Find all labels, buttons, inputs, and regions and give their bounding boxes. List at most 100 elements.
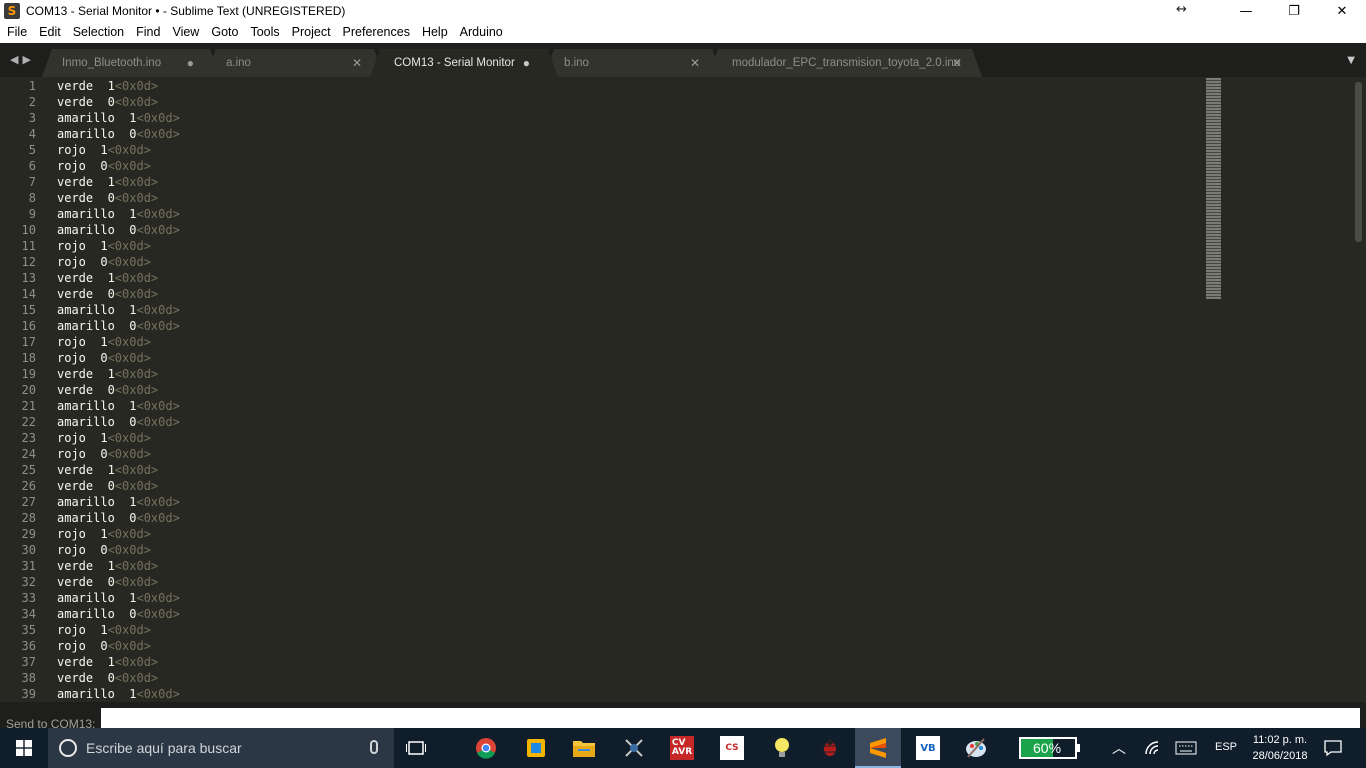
sublime-text-icon[interactable] xyxy=(866,736,890,760)
paint-icon[interactable] xyxy=(964,736,988,760)
editor-line[interactable]: 4 amarillo 0<0x0d> xyxy=(0,126,1200,142)
editor-line[interactable]: 17 rojo 1<0x0d> xyxy=(0,334,1200,350)
lightbulb-icon[interactable] xyxy=(770,736,794,760)
tab-a-ino[interactable]: a.ino ✕ xyxy=(206,49,384,77)
serial-message: amarillo 0 xyxy=(57,511,137,525)
serial-message: verde 0 xyxy=(57,575,115,589)
taskbar-clock[interactable]: 11:02 p. m. 28/06/2018 xyxy=(1248,732,1312,764)
menu-help[interactable]: Help xyxy=(416,22,454,43)
line-number: 20 xyxy=(21,383,36,397)
file-explorer-icon[interactable] xyxy=(572,736,596,760)
send-input[interactable] xyxy=(101,708,1360,730)
bug-icon[interactable] xyxy=(818,736,842,760)
close-button[interactable]: ✕ xyxy=(1318,0,1366,22)
menu-view[interactable]: View xyxy=(166,22,205,43)
notifications-icon[interactable] xyxy=(1321,736,1345,760)
editor-line[interactable]: 34 amarillo 0<0x0d> xyxy=(0,606,1200,622)
editor-line[interactable]: 13 verde 1<0x0d> xyxy=(0,270,1200,286)
editor-line[interactable]: 12 rojo 0<0x0d> xyxy=(0,254,1200,270)
editor-line[interactable]: 37 verde 1<0x0d> xyxy=(0,654,1200,670)
editor-line[interactable]: 3 amarillo 1<0x0d> xyxy=(0,110,1200,126)
editor-line[interactable]: 23 rojo 1<0x0d> xyxy=(0,430,1200,446)
line-text: rojo 0<0x0d> xyxy=(57,158,151,174)
cvavr-icon[interactable]: CV AVR xyxy=(670,736,694,760)
menu-tools[interactable]: Tools xyxy=(244,22,285,43)
menu-preferences[interactable]: Preferences xyxy=(337,22,416,43)
editor-line[interactable]: 10 amarillo 0<0x0d> xyxy=(0,222,1200,238)
menu-project[interactable]: Project xyxy=(286,22,337,43)
editor-line[interactable]: 29 rojo 1<0x0d> xyxy=(0,526,1200,542)
editor-line[interactable]: 20 verde 0<0x0d> xyxy=(0,382,1200,398)
editor-line[interactable]: 19 verde 1<0x0d> xyxy=(0,366,1200,382)
editor-line[interactable]: 36 rojo 0<0x0d> xyxy=(0,638,1200,654)
editor-line[interactable]: 9 amarillo 1<0x0d> xyxy=(0,206,1200,222)
editor-line[interactable]: 2 verde 0<0x0d> xyxy=(0,94,1200,110)
app-icon[interactable] xyxy=(524,736,548,760)
editor-line[interactable]: 7 verde 1<0x0d> xyxy=(0,174,1200,190)
battery-indicator[interactable]: 60% xyxy=(1019,737,1077,759)
editor-line[interactable]: 35 rojo 1<0x0d> xyxy=(0,622,1200,638)
menu-arduino[interactable]: Arduino xyxy=(454,22,509,43)
editor-line[interactable]: 11 rojo 1<0x0d> xyxy=(0,238,1200,254)
editor-line[interactable]: 30 rojo 0<0x0d> xyxy=(0,542,1200,558)
editor-line[interactable]: 38 verde 0<0x0d> xyxy=(0,670,1200,686)
language-indicator[interactable]: ESP xyxy=(1215,741,1237,753)
editor-line[interactable]: 1 verde 1<0x0d> xyxy=(0,78,1200,94)
line-number: 39 xyxy=(21,687,36,701)
microphone-icon[interactable] xyxy=(370,740,378,754)
menu-selection[interactable]: Selection xyxy=(67,22,130,43)
editor-line[interactable]: 18 rojo 0<0x0d> xyxy=(0,350,1200,366)
editor-line[interactable]: 25 verde 1<0x0d> xyxy=(0,462,1200,478)
menu-edit[interactable]: Edit xyxy=(33,22,67,43)
network-tool-icon[interactable] xyxy=(622,736,646,760)
tab-modulador-epc[interactable]: modulador_EPC_transmision_toyota_2.0.ino… xyxy=(708,49,982,77)
tab-b-ino[interactable]: b.ino ✕ xyxy=(544,49,722,77)
line-text: amarillo 0<0x0d> xyxy=(57,222,180,238)
chevron-up-icon[interactable]: ︿ xyxy=(1112,738,1126,758)
editor-line[interactable]: 5 rojo 1<0x0d> xyxy=(0,142,1200,158)
chrome-icon[interactable] xyxy=(474,736,498,760)
wifi-icon[interactable] xyxy=(1141,736,1165,760)
task-view-icon[interactable] xyxy=(404,736,428,760)
tab-overflow-chevron-icon[interactable]: ▼ xyxy=(1347,55,1355,66)
editor-line[interactable]: 33 amarillo 1<0x0d> xyxy=(0,590,1200,606)
close-tab-icon[interactable]: ✕ xyxy=(690,56,700,70)
editor-line[interactable]: 26 verde 0<0x0d> xyxy=(0,478,1200,494)
editor-line[interactable]: 15 amarillo 1<0x0d> xyxy=(0,302,1200,318)
keyboard-icon[interactable] xyxy=(1174,736,1198,760)
windows-start-button[interactable] xyxy=(0,728,48,768)
minimize-button[interactable]: — xyxy=(1222,0,1270,22)
editor-line[interactable]: 27 amarillo 1<0x0d> xyxy=(0,494,1200,510)
menu-goto[interactable]: Goto xyxy=(205,22,244,43)
tab-nav-arrows-icon[interactable]: ◀▶ xyxy=(10,53,35,66)
editor-line[interactable]: 16 amarillo 0<0x0d> xyxy=(0,318,1200,334)
close-tab-icon[interactable]: ✕ xyxy=(952,56,962,70)
editor-line[interactable]: 31 verde 1<0x0d> xyxy=(0,558,1200,574)
vertical-scrollbar[interactable] xyxy=(1355,82,1362,242)
line-number: 11 xyxy=(21,239,36,253)
editor-area[interactable]: 1 verde 1<0x0d> 2 verde 0<0x0d> 3 amarillo 1<… xyxy=(0,77,1366,702)
menu-file[interactable]: File xyxy=(1,22,33,43)
menu-find[interactable]: Find xyxy=(130,22,166,43)
editor-line[interactable]: 28 amarillo 0<0x0d> xyxy=(0,510,1200,526)
tab-serial-monitor[interactable]: COM13 - Serial Monitor ● xyxy=(370,49,558,77)
restore-button[interactable]: ❐ xyxy=(1270,0,1318,22)
unsaved-dot-icon[interactable]: ● xyxy=(523,56,530,70)
codevision-icon[interactable]: CS xyxy=(720,736,744,760)
tab-inmo-bluetooth[interactable]: Inmo_Bluetooth.ino ● xyxy=(42,49,220,77)
taskbar-search[interactable]: Escribe aquí para buscar xyxy=(48,728,394,768)
editor-line[interactable]: 24 rojo 0<0x0d> xyxy=(0,446,1200,462)
editor-line[interactable]: 8 verde 0<0x0d> xyxy=(0,190,1200,206)
editor-line[interactable]: 39 amarillo 1<0x0d> xyxy=(0,686,1200,702)
unsaved-dot-icon[interactable]: ● xyxy=(187,56,194,70)
editor-line[interactable]: 22 amarillo 0<0x0d> xyxy=(0,414,1200,430)
serial-message: verde 1 xyxy=(57,271,115,285)
close-tab-icon[interactable]: ✕ xyxy=(352,56,362,70)
vb-icon[interactable]: VB xyxy=(916,736,940,760)
editor-line[interactable]: 6 rojo 0<0x0d> xyxy=(0,158,1200,174)
editor-line[interactable]: 21 amarillo 1<0x0d> xyxy=(0,398,1200,414)
minimap[interactable] xyxy=(1206,78,1221,299)
editor-line[interactable]: 32 verde 0<0x0d> xyxy=(0,574,1200,590)
editor-line[interactable]: 14 verde 0<0x0d> xyxy=(0,286,1200,302)
carriage-return-marker: <0x0d> xyxy=(136,127,180,141)
